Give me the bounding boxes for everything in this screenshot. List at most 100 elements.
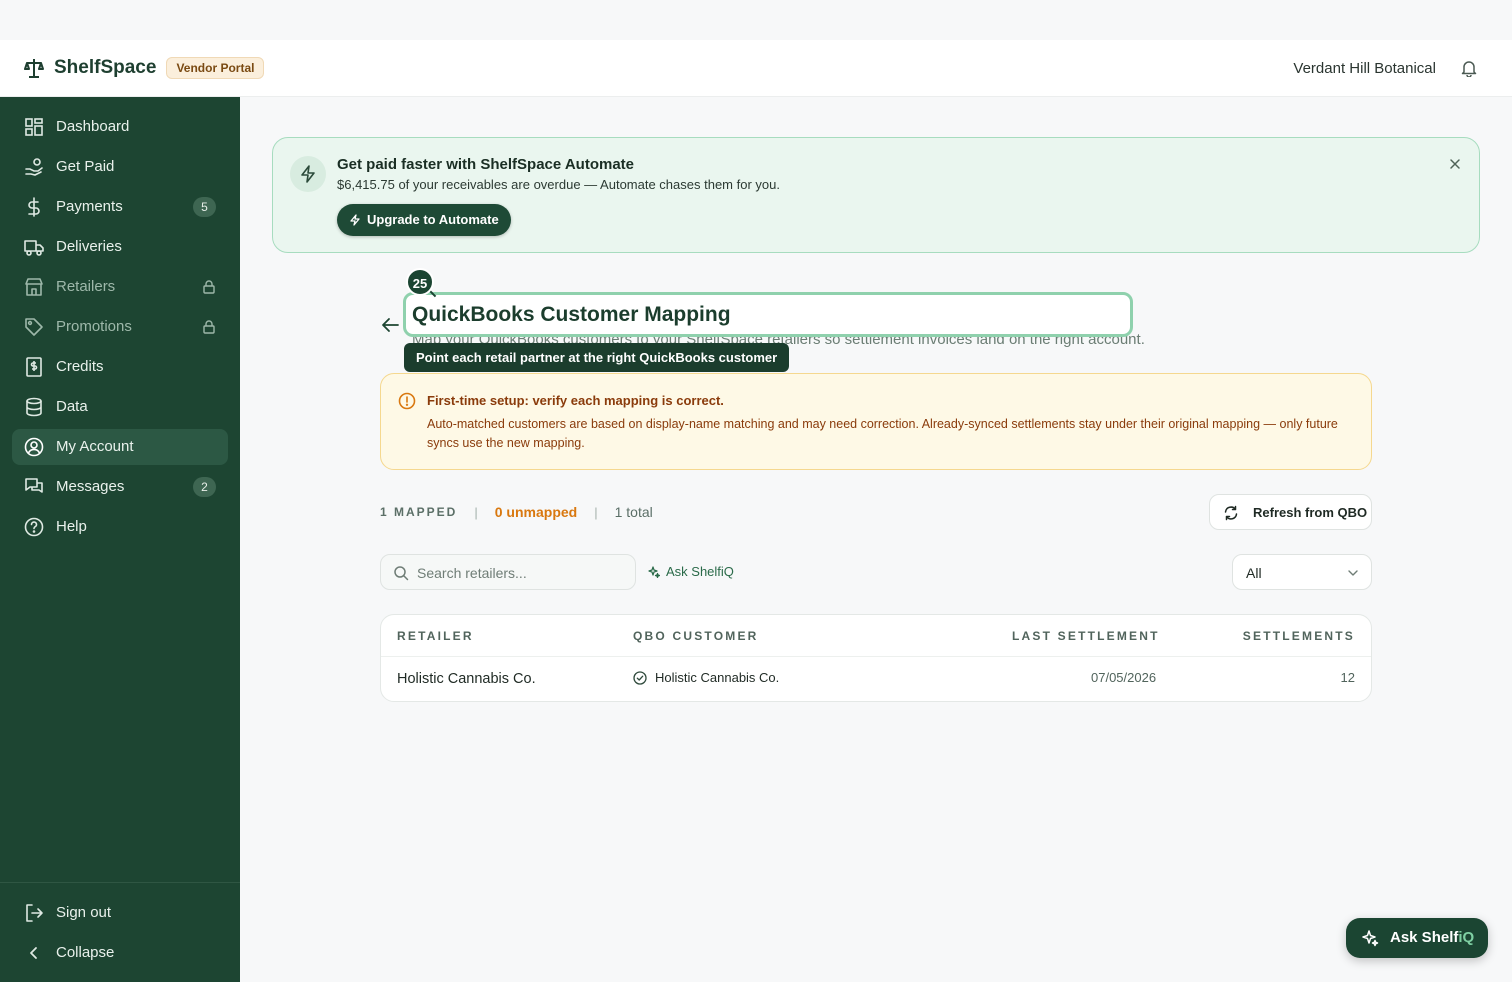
sign-out-label: Sign out <box>56 904 112 921</box>
payments-count-badge: 5 <box>193 197 216 217</box>
sidebar-divider <box>0 882 240 883</box>
sidebar-item-help[interactable]: Help <box>12 509 228 545</box>
upgrade-button-label: Upgrade to Automate <box>367 212 499 227</box>
settlements-count-cell: 12 <box>1340 670 1355 685</box>
page-title: QuickBooks Customer Mapping <box>412 303 731 326</box>
sidebar-item-label: Messages <box>56 478 125 495</box>
account-name[interactable]: Verdant Hill Botanical <box>1293 60 1436 77</box>
mapping-stats: 1 MAPPED | 0 unmapped | 1 total <box>380 503 653 521</box>
sparkle-icon <box>1362 930 1379 947</box>
column-header-qbo-customer[interactable]: QBO CUSTOMER <box>633 629 759 643</box>
sidebar-item-label: Promotions <box>56 318 132 335</box>
brand-name: ShelfSpace <box>54 57 157 78</box>
lock-icon <box>203 280 215 294</box>
column-header-last-settlement[interactable]: LAST SETTLEMENT <box>1012 629 1160 643</box>
sidebar-item-label: My Account <box>56 438 134 455</box>
refresh-label: Refresh from QBO <box>1253 505 1368 520</box>
unmapped-count[interactable]: 0 unmapped <box>495 504 577 520</box>
scale-icon <box>24 59 44 78</box>
help-icon <box>24 517 44 537</box>
sidebar-item-payments[interactable]: Payments 5 <box>12 189 228 225</box>
user-circle-icon <box>24 437 44 457</box>
sidebar-item-label: Dashboard <box>56 118 130 135</box>
table-divider <box>381 656 1371 657</box>
ask-shelfiq-label: Ask ShelfiQ <box>666 564 734 579</box>
upgrade-button[interactable]: Upgrade to Automate <box>337 204 511 236</box>
column-header-retailer[interactable]: RETAILER <box>397 629 474 643</box>
grid-icon <box>25 118 43 136</box>
top-strip <box>0 0 1512 40</box>
sidebar-item-label: Credits <box>56 358 104 375</box>
sidebar-item-label: Get Paid <box>56 158 115 175</box>
store-icon <box>25 278 43 296</box>
promo-icon-wrap <box>290 156 326 192</box>
ask-shelfiq-float-label: Ask ShelfiQ <box>1390 929 1474 946</box>
search-input[interactable] <box>417 563 617 583</box>
sidebar-item-label: Deliveries <box>56 238 122 255</box>
app-header: ShelfSpace Vendor Portal Verdant Hill Bo… <box>0 40 1512 97</box>
column-header-settlements[interactable]: SETTLEMENTS <box>1243 629 1355 643</box>
sign-out-button[interactable]: Sign out <box>12 895 228 931</box>
receipt-icon <box>26 357 42 377</box>
sidebar-item-label: Help <box>56 518 87 535</box>
sidebar-item-credits[interactable]: Credits <box>12 349 228 385</box>
sidebar-item-deliveries[interactable]: Deliveries <box>12 229 228 265</box>
bell-icon[interactable] <box>1460 59 1478 77</box>
sidebar-item-get-paid[interactable]: Get Paid <box>12 149 228 185</box>
refresh-icon <box>1224 505 1238 521</box>
warning-body: Auto-matched customers are based on disp… <box>427 417 1338 450</box>
sidebar-item-label: Payments <box>56 198 123 215</box>
filter-value: All <box>1246 565 1262 581</box>
status-filter-select[interactable]: All <box>1232 554 1372 590</box>
portal-badge: Vendor Portal <box>166 57 265 79</box>
sidebar-item-promotions[interactable]: Promotions <box>12 309 228 345</box>
sidebar-item-label: Retailers <box>56 278 116 295</box>
dollar-icon <box>28 197 40 217</box>
truck-icon <box>24 240 44 256</box>
lock-icon <box>203 320 215 334</box>
sidebar-item-my-account[interactable]: My Account <box>12 429 228 465</box>
search-icon <box>394 566 409 581</box>
collapse-button[interactable]: Collapse <box>12 935 228 971</box>
ask-shelfiq-floating-button[interactable]: Ask ShelfiQ <box>1346 918 1488 958</box>
sidebar: Dashboard Get Paid Payments 5 Deliveries… <box>0 97 240 982</box>
check-circle-icon <box>633 670 647 685</box>
warning-title: First-time setup: verify each mapping is… <box>427 393 724 408</box>
tag-icon <box>25 318 43 336</box>
messages-count-badge: 2 <box>193 477 216 497</box>
brand[interactable]: ShelfSpace Vendor Portal <box>24 57 265 79</box>
mapping-table: RETAILER QBO CUSTOMER LAST SETTLEMENT SE… <box>380 614 1372 702</box>
collapse-label: Collapse <box>56 944 115 961</box>
lightning-icon <box>350 214 360 226</box>
stat-divider: | <box>474 504 478 520</box>
close-icon[interactable] <box>1447 156 1463 172</box>
sparkle-icon <box>648 565 660 578</box>
database-icon <box>26 397 42 417</box>
mapped-count: 1 MAPPED <box>380 505 458 519</box>
setup-warning: First-time setup: verify each mapping is… <box>380 373 1372 470</box>
sidebar-item-dashboard[interactable]: Dashboard <box>12 109 228 145</box>
sidebar-item-data[interactable]: Data <box>12 389 228 425</box>
sidebar-item-messages[interactable]: Messages 2 <box>12 469 228 505</box>
last-settlement-cell: 07/05/2026 <box>1091 670 1157 685</box>
sign-out-icon <box>26 904 43 922</box>
sidebar-item-label: Data <box>56 398 88 415</box>
lightning-icon <box>301 165 315 183</box>
ask-shelfiq-link[interactable]: Ask ShelfiQ <box>648 564 734 579</box>
back-arrow-icon[interactable] <box>380 316 400 334</box>
qbo-customer-cell[interactable]: Holistic Cannabis Co. <box>633 670 779 685</box>
alert-circle-icon <box>398 392 416 410</box>
hand-coins-icon <box>25 158 43 176</box>
promo-title: Get paid faster with ShelfSpace Automate <box>337 156 635 173</box>
chevron-left-icon <box>30 947 37 959</box>
chat-icon <box>25 478 43 493</box>
ask-float-suffix: iQ <box>1458 929 1475 946</box>
promo-subtitle: $6,415.75 of your receivables are overdu… <box>337 177 780 192</box>
tour-tooltip: Point each retail partner at the right Q… <box>404 343 790 372</box>
search-field[interactable] <box>380 554 636 590</box>
sidebar-item-retailers[interactable]: Retailers <box>12 269 228 305</box>
tour-step-badge: 25 <box>406 268 434 296</box>
refresh-from-qbo-button[interactable]: Refresh from QBO <box>1209 494 1372 530</box>
retailer-cell: Holistic Cannabis Co. <box>397 671 536 687</box>
stat-divider: | <box>594 504 598 520</box>
